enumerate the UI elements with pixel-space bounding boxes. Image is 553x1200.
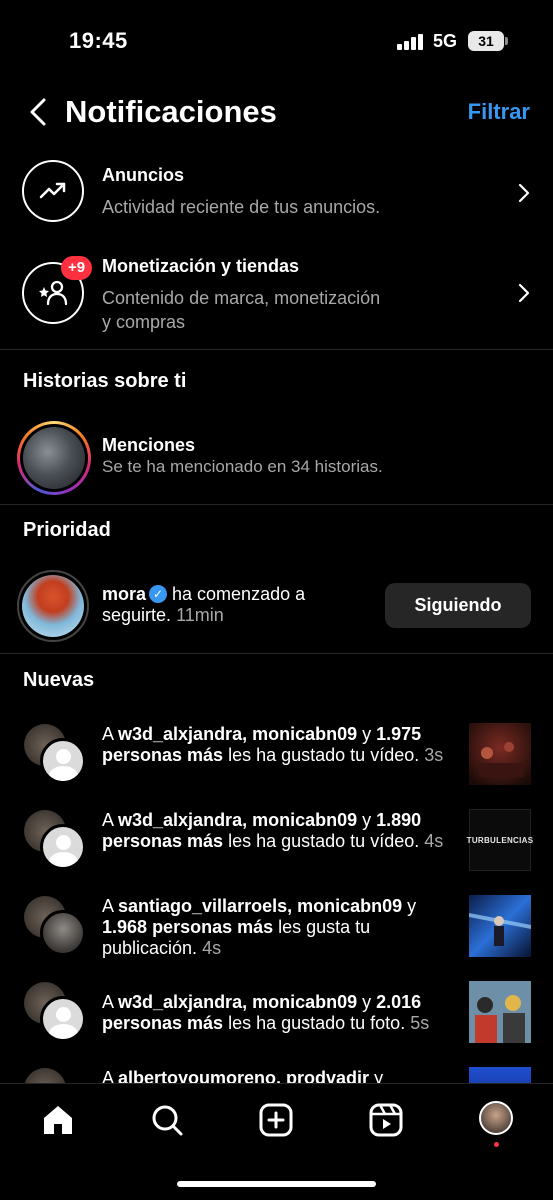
notification-text: A santiago_villarroels, monicabn09 y 1.9… bbox=[102, 896, 417, 958]
chevron-right-icon bbox=[518, 183, 530, 203]
timestamp: 4s bbox=[202, 938, 222, 958]
timestamp: 11min bbox=[176, 605, 224, 625]
follow-text: ha comenzado a bbox=[167, 584, 306, 604]
action-text: les ha gustado tu foto. bbox=[223, 1013, 406, 1033]
usernames[interactable]: w3d_alxjandra, monicabn09 bbox=[118, 992, 357, 1012]
thumbnail-title: TURBULENCIAS bbox=[466, 835, 534, 845]
monetization-subtitle-line2: y compras bbox=[102, 312, 186, 332]
post-thumbnail[interactable]: TURBULENCIAS bbox=[466, 809, 534, 871]
profile-icon[interactable] bbox=[479, 1101, 513, 1135]
timestamp: 3s bbox=[424, 745, 444, 765]
battery-tip bbox=[505, 37, 508, 45]
notification-text: A w3d_alxjandra, monicabn09 y 1.890 pers… bbox=[102, 810, 444, 851]
header: Notificaciones Filtrar bbox=[0, 84, 553, 140]
usernames[interactable]: santiago_villarroels, monicabn09 bbox=[118, 896, 402, 916]
star-person-icon bbox=[39, 280, 68, 306]
post-thumbnail[interactable] bbox=[469, 723, 531, 785]
object-text: vídeo. bbox=[370, 745, 420, 765]
trending-up-icon bbox=[39, 182, 66, 199]
chevron-right-icon bbox=[518, 283, 530, 303]
status-bar: 19:45 5G 31 bbox=[0, 0, 553, 84]
avatar bbox=[40, 738, 86, 784]
others-label: personas más bbox=[152, 917, 274, 937]
usernames[interactable]: w3d_alxjandra, monicabn09 bbox=[118, 810, 357, 830]
avatar bbox=[40, 996, 86, 1042]
new-section-title: Nuevas bbox=[23, 669, 95, 691]
monetization-title: Monetización y tiendas bbox=[102, 256, 300, 276]
like-count: 2.016 bbox=[376, 992, 422, 1012]
list-item[interactable]: A albertoyoumoreno, prodvadir y bbox=[0, 1062, 553, 1083]
ads-row[interactable]: Anuncios Actividad reciente de tus anunc… bbox=[0, 150, 553, 240]
action-text: les ha gustado tu bbox=[223, 831, 366, 851]
post-thumbnail[interactable] bbox=[469, 981, 531, 1043]
stories-section-title: Historias sobre ti bbox=[23, 370, 187, 392]
like-count: 1.890 bbox=[376, 810, 422, 830]
chevron-left-icon[interactable] bbox=[24, 94, 54, 130]
others-label: personas más bbox=[102, 745, 224, 765]
ads-subtitle: Actividad reciente de tus anuncios. bbox=[102, 197, 381, 217]
list-item[interactable]: A w3d_alxjandra, monicabn09 y 1.975 pers… bbox=[0, 718, 553, 798]
list-item[interactable]: A w3d_alxjandra, monicabn09 y 2.016 pers… bbox=[0, 976, 553, 1056]
avatar bbox=[40, 910, 86, 956]
home-indicator bbox=[177, 1181, 376, 1187]
mentions-title: Menciones bbox=[102, 435, 196, 455]
create-icon[interactable] bbox=[258, 1102, 294, 1138]
divider bbox=[0, 653, 553, 654]
priority-follow-text: mora ✓ ha comenzado a seguirte. 11min bbox=[102, 584, 372, 626]
action-text: les ha gustado tu bbox=[223, 745, 366, 765]
home-icon[interactable] bbox=[40, 1102, 76, 1138]
cellular-signal-icon bbox=[397, 34, 423, 50]
object-text: vídeo. bbox=[370, 831, 420, 851]
avatar-stack bbox=[24, 982, 86, 1044]
mentions-row[interactable]: Menciones Se te ha mencionado en 34 hist… bbox=[0, 415, 553, 501]
divider bbox=[0, 504, 553, 505]
username[interactable]: mora bbox=[102, 584, 146, 604]
monetization-subtitle-line1: Contenido de marca, monetización bbox=[102, 288, 381, 308]
notification-text: A w3d_alxjandra, monicabn09 y 2.016 pers… bbox=[102, 992, 430, 1033]
notification-count-badge: +9 bbox=[61, 256, 93, 280]
battery-icon: 31 bbox=[468, 31, 504, 51]
timestamp: 4s bbox=[424, 831, 444, 851]
avatar-stack bbox=[24, 896, 86, 958]
like-count: 1.975 bbox=[376, 724, 422, 744]
divider bbox=[0, 349, 553, 350]
usernames[interactable]: w3d_alxjandra, monicabn09 bbox=[118, 724, 357, 744]
post-thumbnail[interactable] bbox=[469, 1067, 531, 1083]
list-item[interactable]: A w3d_alxjandra, monicabn09 y 1.890 pers… bbox=[0, 804, 553, 884]
priority-section-title: Prioridad bbox=[23, 519, 111, 541]
timestamp: 5s bbox=[410, 1013, 430, 1033]
avatar bbox=[40, 824, 86, 870]
others-label: personas más bbox=[102, 1013, 224, 1033]
others-label: personas más bbox=[102, 831, 224, 851]
avatar-stack bbox=[24, 1068, 86, 1083]
notification-text: A albertoyoumoreno, prodvadir y bbox=[102, 1068, 457, 1083]
avatar[interactable] bbox=[17, 570, 89, 642]
ads-icon-circle bbox=[22, 160, 84, 222]
like-count: 1.968 bbox=[102, 917, 148, 937]
search-icon[interactable] bbox=[149, 1102, 185, 1138]
story-thumbnail bbox=[23, 427, 85, 489]
status-time: 19:45 bbox=[69, 28, 128, 53]
reels-icon[interactable] bbox=[368, 1102, 404, 1138]
post-thumbnail[interactable] bbox=[469, 895, 531, 957]
avatar-stack bbox=[24, 724, 86, 786]
following-button[interactable]: Siguiendo bbox=[385, 583, 531, 628]
list-item[interactable]: A santiago_villarroels, monicabn09 y 1.9… bbox=[0, 890, 553, 970]
usernames[interactable]: albertoyoumoreno, prodvadir bbox=[118, 1068, 369, 1083]
mentions-subtitle: Se te ha mencionado en 34 historias. bbox=[102, 457, 383, 476]
network-type: 5G bbox=[433, 31, 458, 51]
object-text: publicación. bbox=[102, 938, 198, 958]
page-title: Notificaciones bbox=[65, 94, 277, 129]
filter-button[interactable]: Filtrar bbox=[468, 99, 530, 125]
action-text: les gusta tu bbox=[273, 917, 371, 937]
notification-text: A w3d_alxjandra, monicabn09 y 1.975 pers… bbox=[102, 724, 444, 765]
notification-dot bbox=[494, 1142, 499, 1147]
story-ring bbox=[17, 421, 91, 495]
avatar bbox=[24, 1068, 66, 1083]
avatar-stack bbox=[24, 810, 86, 872]
follow-text-line2: seguirte. bbox=[102, 605, 172, 625]
ads-title: Anuncios bbox=[102, 165, 185, 185]
verified-badge-icon: ✓ bbox=[149, 585, 168, 603]
